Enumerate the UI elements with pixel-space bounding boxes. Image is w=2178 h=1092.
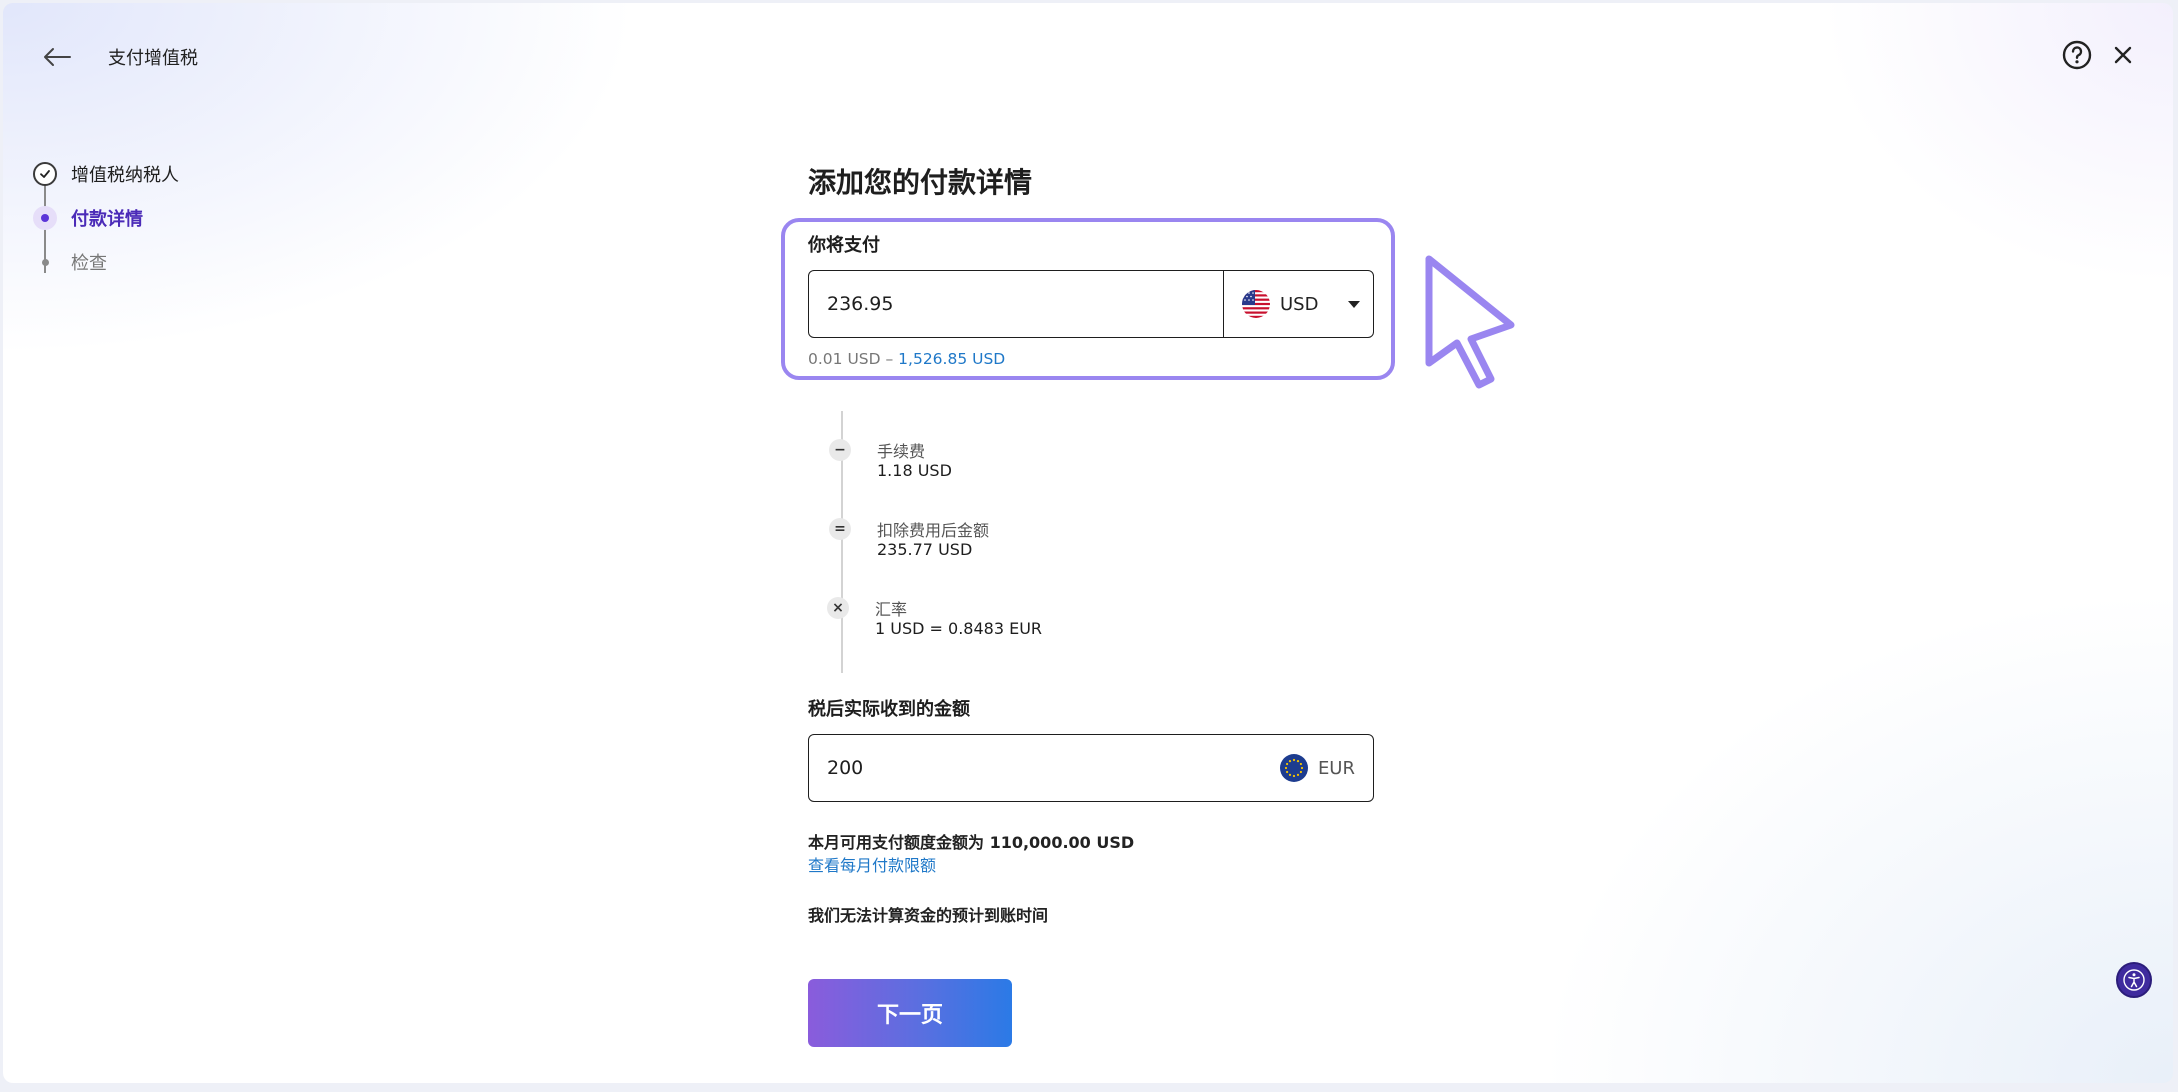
amount-range: 0.01 USD – 1,526.85 USD (808, 350, 1005, 368)
pay-label: 你将支付 (808, 235, 880, 256)
receive-label: 税后实际收到的金额 (808, 699, 970, 720)
breakdown-value: 1.18 USD (877, 461, 952, 480)
receive-amount-field: 200 EUR (808, 734, 1374, 802)
step-label: 付款详情 (71, 209, 143, 230)
pay-currency-select[interactable]: USD (1223, 271, 1373, 337)
pay-currency-code: USD (1280, 293, 1319, 315)
minus-icon: − (829, 439, 851, 461)
help-icon[interactable] (2061, 39, 2093, 71)
breakdown-value: 1 USD = 0.8483 EUR (875, 619, 1043, 638)
multiply-icon: × (827, 597, 849, 619)
pay-amount-field: 236.95 USD (808, 270, 1374, 338)
eta-text: 我们无法计算资金的预计到账时间 (808, 906, 1049, 925)
breakdown-label: 手续费 (877, 442, 926, 461)
step-review: 检查 (33, 249, 107, 275)
receive-currency-code: EUR (1317, 757, 1355, 779)
us-flag-icon (1242, 290, 1270, 318)
accessibility-icon[interactable] (2116, 962, 2152, 998)
step-label: 增值税纳税人 (71, 165, 179, 186)
eu-flag-icon (1279, 754, 1308, 782)
header-title: 支付增值税 (108, 48, 198, 69)
cursor-pointer-icon (1425, 255, 1515, 389)
step-payment-details[interactable]: 付款详情 (33, 205, 143, 231)
page-title: 添加您的付款详情 (808, 166, 1033, 199)
active-step-icon (33, 206, 57, 230)
back-arrow-icon[interactable] (39, 39, 75, 75)
equals-icon: = (829, 518, 851, 540)
receive-amount-input[interactable]: 200 (809, 757, 1280, 779)
breakdown-value: 235.77 USD (877, 540, 973, 559)
monthly-limit-text: 本月可用支付额度金额为 110,000.00 USD (808, 833, 1135, 852)
app-window: 支付增值税 增值税纳税人 付款详情 检查 添加您的付款详情 你将支付 236.9… (3, 3, 2173, 1083)
check-icon (33, 162, 57, 186)
pending-step-icon (33, 250, 57, 274)
step-vat-payer[interactable]: 增值税纳税人 (33, 161, 179, 187)
step-label: 检查 (71, 253, 107, 274)
monthly-limit-link[interactable]: 查看每月付款限额 (808, 852, 936, 876)
breakdown-label: 扣除费用后金额 (877, 521, 990, 540)
close-icon[interactable] (2109, 41, 2137, 69)
range-max-link[interactable]: 1,526.85 USD (898, 350, 1005, 368)
next-button[interactable]: 下一页 (808, 979, 1012, 1047)
chevron-down-icon (1348, 300, 1361, 308)
range-min: 0.01 USD – (808, 350, 899, 368)
pay-amount-input[interactable]: 236.95 (809, 293, 1223, 315)
receive-currency: EUR (1279, 754, 1373, 782)
breakdown-label: 汇率 (875, 600, 908, 619)
